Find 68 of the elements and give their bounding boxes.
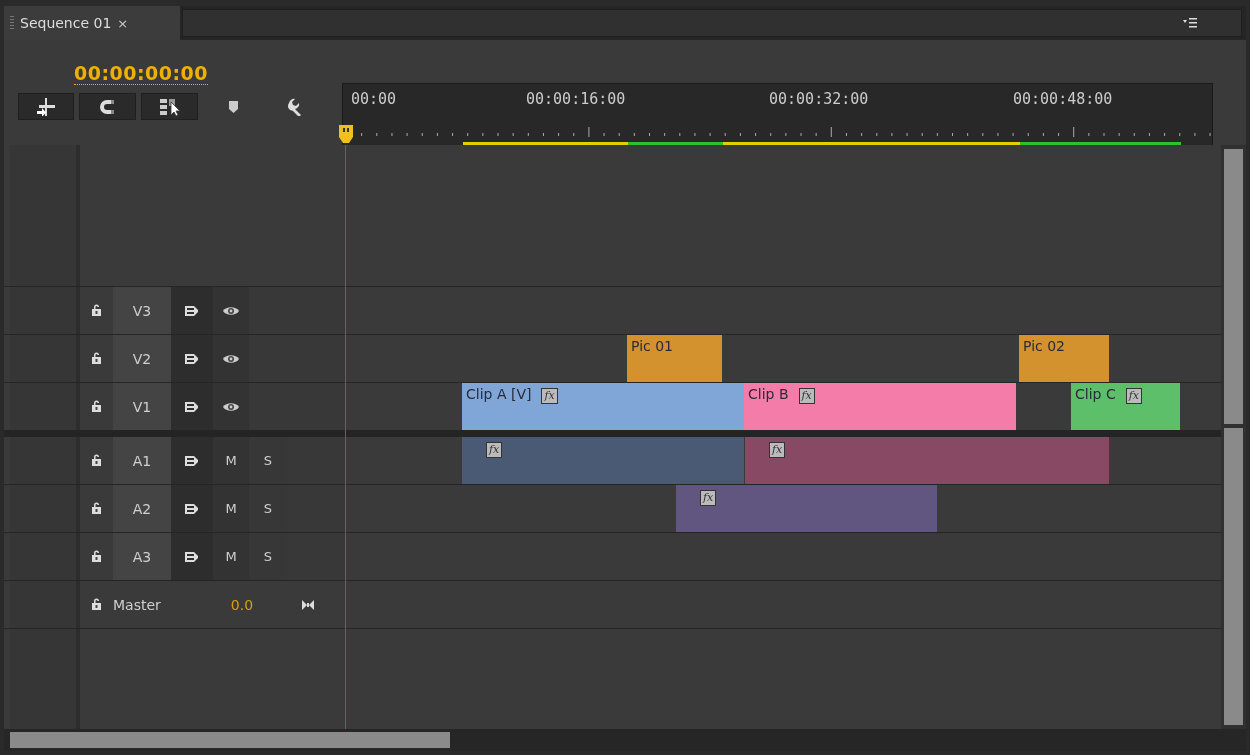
insert-icon — [36, 97, 56, 116]
mute-button[interactable]: M — [213, 533, 249, 580]
close-button[interactable]: × — [117, 15, 129, 31]
linked-selection-button[interactable] — [141, 93, 198, 120]
sync-lock-icon[interactable] — [184, 400, 200, 413]
clip-label: Clip C — [1075, 386, 1116, 402]
sequence-tab[interactable]: Sequence 01 × — [4, 6, 180, 40]
grip-icon — [10, 16, 14, 30]
sync-lock-icon[interactable] — [184, 550, 200, 563]
eye-icon[interactable] — [223, 305, 239, 316]
selection-icon — [158, 97, 181, 116]
lock-icon[interactable] — [92, 598, 101, 610]
effect-badge: fx — [1125, 388, 1142, 404]
track-name: V1 — [113, 383, 171, 430]
insert-button[interactable] — [18, 93, 74, 120]
lock-icon[interactable] — [92, 304, 101, 316]
audio-clip[interactable]: fx — [676, 485, 937, 532]
track-name: V3 — [113, 287, 171, 334]
timecode-display[interactable]: 00:00:00:00 — [74, 62, 209, 85]
ruler-label: 00:00 — [351, 90, 397, 108]
eye-icon[interactable] — [223, 401, 239, 412]
ruler-label: 00:00:32:00 — [769, 90, 869, 108]
effect-badge: fx — [798, 388, 815, 404]
ruler-label: 00:00:48:00 — [1013, 90, 1113, 108]
track-name: A1 — [113, 437, 171, 484]
clip-label: Clip A [V] — [466, 386, 532, 402]
master-volume[interactable]: 0.0 — [213, 581, 271, 628]
magnet-icon — [99, 98, 116, 115]
vertical-scrollbar[interactable] — [1221, 145, 1246, 729]
video-clip[interactable]: Clip C fx — [1071, 383, 1180, 430]
clip-label: Pic 01 — [631, 338, 673, 354]
ruler-label: 00:00:16:00 — [526, 90, 626, 108]
effect-badge: fx — [541, 388, 558, 404]
horizontal-scrollbar[interactable] — [4, 729, 1246, 751]
eye-icon[interactable] — [223, 353, 239, 364]
sync-lock-icon[interactable] — [184, 352, 200, 365]
lock-icon[interactable] — [92, 400, 101, 412]
track-name: A2 — [113, 485, 171, 532]
effect-badge: fx — [700, 490, 717, 506]
video-clip[interactable]: Clip A [V] fx — [462, 383, 744, 430]
track-name: Master — [113, 595, 162, 615]
lock-icon[interactable] — [92, 550, 101, 562]
video-clip[interactable]: Pic 02 — [1019, 335, 1109, 382]
sync-lock-icon[interactable] — [184, 454, 200, 467]
clip-label: Clip B — [748, 386, 789, 402]
audio-clip[interactable]: fx — [745, 437, 1109, 484]
effect-badge: fx — [769, 442, 786, 458]
snap-button[interactable] — [79, 93, 136, 120]
marker-icon[interactable] — [229, 100, 238, 113]
panel-menu-icon[interactable] — [1183, 18, 1197, 28]
lock-icon[interactable] — [92, 454, 101, 466]
bowtie-icon[interactable] — [302, 599, 314, 610]
track-name: V2 — [113, 335, 171, 382]
time-ruler[interactable]: 00:00 00:00:16:00 00:00:32:00 00:00:48:00 — [342, 83, 1213, 145]
audio-clip[interactable]: fx — [462, 437, 744, 484]
video-clip[interactable]: Pic 01 — [627, 335, 722, 382]
effect-badge: fx — [486, 442, 503, 458]
playhead-handle[interactable] — [339, 125, 353, 143]
lock-icon[interactable] — [92, 352, 101, 364]
mute-button[interactable]: M — [213, 485, 249, 532]
clip-label: Pic 02 — [1023, 338, 1065, 354]
lock-icon[interactable] — [92, 502, 101, 514]
track-name: A3 — [113, 533, 171, 580]
sync-lock-icon[interactable] — [184, 502, 200, 515]
video-clip[interactable]: Clip B fx — [744, 383, 1016, 430]
sync-lock-icon[interactable] — [184, 304, 200, 317]
tab-title: Sequence 01 — [20, 15, 112, 31]
mute-button[interactable]: M — [213, 437, 249, 484]
